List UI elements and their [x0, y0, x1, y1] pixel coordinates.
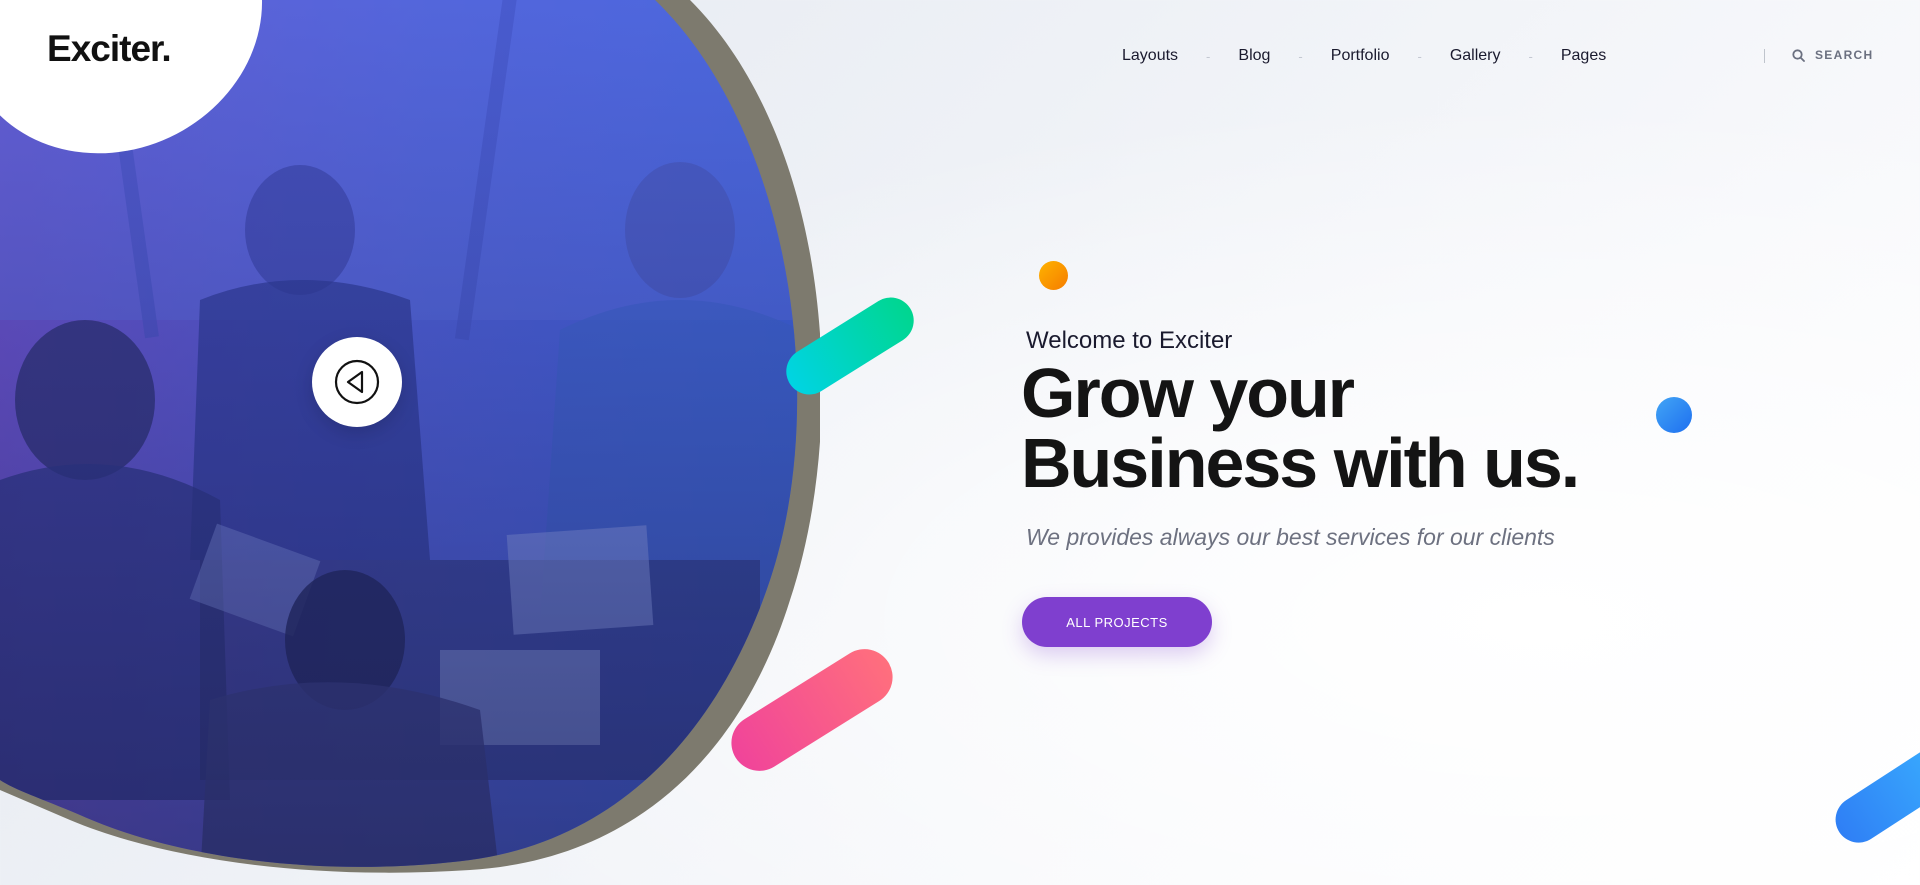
nav-item-blog[interactable]: Blog [1238, 47, 1270, 65]
decor-orange-dot [1039, 261, 1068, 290]
hero-headline-line2: Business with us. [1021, 424, 1580, 502]
nav-separator: - [1528, 48, 1533, 64]
search-icon [1792, 48, 1805, 62]
all-projects-button[interactable]: ALL PROJECTS [1022, 597, 1212, 647]
play-back-icon [334, 359, 380, 405]
nav-separator: - [1417, 48, 1422, 64]
hero-subtitle: We provides always our best services for… [1026, 524, 1555, 550]
hero-headline-line1: Grow your [1021, 354, 1355, 432]
nav-item-layouts[interactable]: Layouts [1122, 47, 1178, 65]
video-play-button[interactable] [312, 337, 402, 427]
site-logo[interactable]: Exciter. [47, 28, 172, 70]
nav-item-gallery[interactable]: Gallery [1450, 47, 1501, 65]
search-divider [1764, 49, 1765, 63]
search-button[interactable]: SEARCH [1792, 48, 1873, 62]
nav-separator: - [1298, 48, 1303, 64]
nav-separator: - [1206, 48, 1211, 64]
hero-welcome: Welcome to Exciter [1026, 327, 1233, 354]
nav-item-portfolio[interactable]: Portfolio [1331, 47, 1390, 65]
search-label: SEARCH [1815, 48, 1874, 62]
nav-item-pages[interactable]: Pages [1561, 47, 1606, 65]
hero-headline: Grow your Business with us. [1021, 358, 1721, 498]
main-nav: Layouts - Blog - Portfolio - Gallery - P… [1122, 47, 1606, 65]
